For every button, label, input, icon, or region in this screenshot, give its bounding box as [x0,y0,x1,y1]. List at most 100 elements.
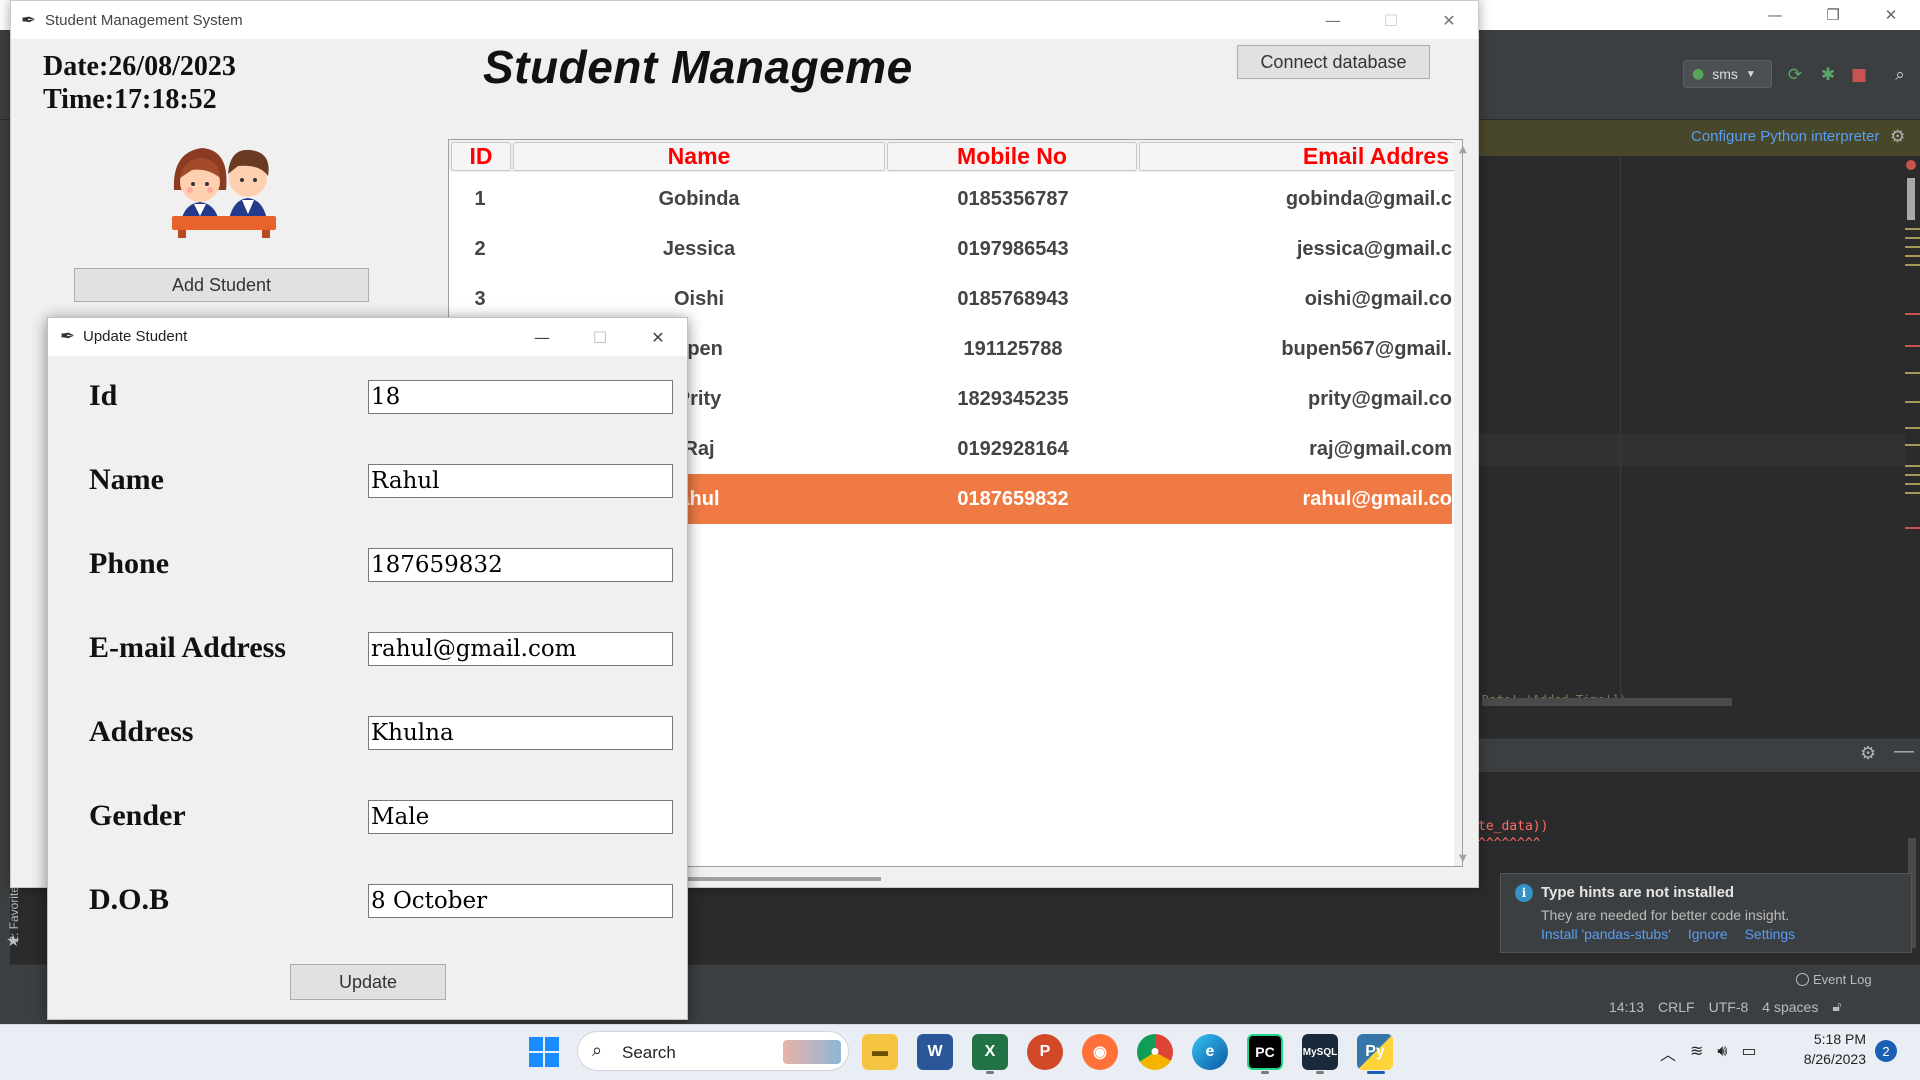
python-icon[interactable]: Py [1357,1034,1393,1070]
connect-database-button[interactable]: Connect database [1237,45,1430,79]
configure-interpreter-link[interactable]: Configure Python interpreter [1691,128,1879,145]
type-hints-notification: i Type hints are not installed They are … [1500,873,1912,953]
cell-mobile: 0192928164 [957,437,1069,460]
column-header-mobile[interactable]: Mobile No [887,142,1137,171]
scroll-up-icon[interactable]: ▲ [1459,144,1467,155]
error-stripe [1905,345,1920,347]
pycharm-icon[interactable]: PC [1247,1034,1283,1070]
cell-mobile: 0185768943 [957,287,1069,310]
star-icon[interactable]: ★ [6,931,20,950]
phone-label: Phone [89,547,170,580]
dialog-titlebar: ✒ Update Student — ☐ ✕ [48,318,687,356]
minimize-icon[interactable]: — [1304,1,1362,39]
cell-email: bupen567@gmail. [1281,337,1452,360]
line-separator[interactable]: CRLF [1658,999,1695,1015]
cell-id: 2 [474,237,486,260]
ignore-link[interactable]: Ignore [1688,926,1728,942]
battery-icon[interactable]: ▭ [1742,1041,1757,1065]
close-icon[interactable]: ✕ [629,318,687,356]
edge-icon[interactable]: e [1192,1034,1228,1070]
name-field[interactable] [368,464,673,498]
error-stripe [1905,313,1920,315]
page-title: Student Manageme [483,41,913,93]
indent-setting[interactable]: 4 spaces [1762,999,1818,1015]
word-icon[interactable]: W [917,1034,953,1070]
warning-stripe [1905,228,1920,230]
maximize-icon[interactable]: ☐ [571,318,629,356]
restore-icon[interactable]: ❐ [1804,0,1862,30]
email-field[interactable] [368,632,673,666]
wifi-icon[interactable]: ≋ [1690,1041,1703,1065]
name-label: Name [89,463,164,496]
cell-name: Jessica [662,237,736,260]
debug-icon[interactable]: ✱ [1817,64,1839,86]
file-explorer-icon[interactable]: ▬ [862,1034,898,1070]
cell-mobile: 0185356787 [957,187,1069,210]
event-log-button[interactable]: Event Log [1796,972,1872,987]
notification-badge[interactable]: 2 [1875,1040,1897,1062]
chevron-up-icon[interactable]: ︿ [1660,1041,1676,1065]
id-field[interactable] [368,380,673,414]
cell-email: gobinda@gmail.c [1285,187,1452,210]
event-log-label: Event Log [1813,972,1872,987]
table-row[interactable]: 2 Jessica 0197986543 jessica@gmail.c [449,224,1452,274]
running-indicator [986,1071,994,1074]
scroll-down-icon[interactable]: ▼ [1459,853,1467,864]
search-icon[interactable]: ⌕ [1889,64,1911,86]
warning-stripe [1905,255,1920,257]
cell-email: oishi@gmail.co [1304,287,1452,310]
taskbar-search[interactable]: ⌕ Search [577,1031,849,1071]
main-titlebar: ✒ Student Management System — ☐ ✕ [11,1,1478,39]
clock-time[interactable]: 5:18 PM [1810,1031,1866,1047]
powerpoint-icon[interactable]: P [1027,1034,1063,1070]
cell-email: rahul@gmail.co [1302,487,1452,510]
clock-date[interactable]: 8/26/2023 [1790,1051,1866,1067]
caret-position[interactable]: 14:13 [1609,999,1644,1015]
run-settings-icon[interactable]: ⚙ [1860,743,1876,764]
install-stubs-link[interactable]: Install 'pandas-stubs' [1541,926,1671,942]
dob-field[interactable] [368,884,673,918]
maximize-icon[interactable]: ☐ [1362,1,1420,39]
window-controls: — ☐ ✕ [1304,1,1478,39]
column-header-name[interactable]: Name [513,142,885,171]
firefox-icon[interactable]: ◉ [1082,1034,1118,1070]
gear-icon[interactable]: ⚙ [1890,127,1905,147]
update-button[interactable]: Update [290,964,446,1000]
gender-label: Gender [89,799,186,832]
lock-icon[interactable]: 🔓︎ [1832,999,1841,1015]
run-config-label: sms [1712,66,1738,82]
stop-icon[interactable]: ■ [1848,64,1870,86]
table-header: ID Name Mobile No Email Addres [449,140,1462,172]
run-config-select[interactable]: ● sms ▼ [1683,60,1772,88]
mysql-shell-icon[interactable]: MySQL [1302,1034,1338,1070]
close-icon[interactable]: ✕ [1862,0,1920,30]
cell-mobile: 0187659832 [957,487,1069,510]
volume-icon[interactable]: 🔊︎ [1717,1041,1727,1065]
rerun-icon[interactable]: ⟳ [1784,64,1806,86]
chrome-icon[interactable]: ● [1137,1034,1173,1070]
windows-start-icon[interactable] [528,1036,560,1068]
gender-field[interactable] [368,800,673,834]
editor-scroll-thumb[interactable] [1907,178,1915,220]
minimize-icon[interactable]: — [1746,0,1804,30]
search-icon: ⌕ [592,1040,603,1061]
cell-mobile: 191125788 [963,337,1063,360]
phone-field[interactable] [368,548,673,582]
minimize-icon[interactable]: — [513,318,571,356]
table-horizontal-scrollbar[interactable] [686,877,881,881]
excel-icon[interactable]: X [972,1034,1008,1070]
table-vertical-scrollbar[interactable] [1454,140,1462,866]
cell-email: jessica@gmail.c [1296,237,1452,260]
warning-stripe [1905,444,1920,446]
settings-link[interactable]: Settings [1745,926,1796,942]
column-header-email[interactable]: Email Addres [1139,142,1462,171]
run-minimize-icon[interactable]: — [1894,740,1914,763]
close-icon[interactable]: ✕ [1420,1,1478,39]
file-encoding[interactable]: UTF-8 [1709,999,1749,1015]
table-row[interactable]: 1 Gobinda 0185356787 gobinda@gmail.c [449,174,1452,224]
editor-horizontal-scrollbar[interactable] [1482,698,1732,706]
column-header-id[interactable]: ID [451,142,511,171]
add-student-button[interactable]: Add Student [74,268,369,302]
update-student-dialog: ✒ Update Student — ☐ ✕ Id Name Phone E-m… [47,317,688,1020]
address-field[interactable] [368,716,673,750]
